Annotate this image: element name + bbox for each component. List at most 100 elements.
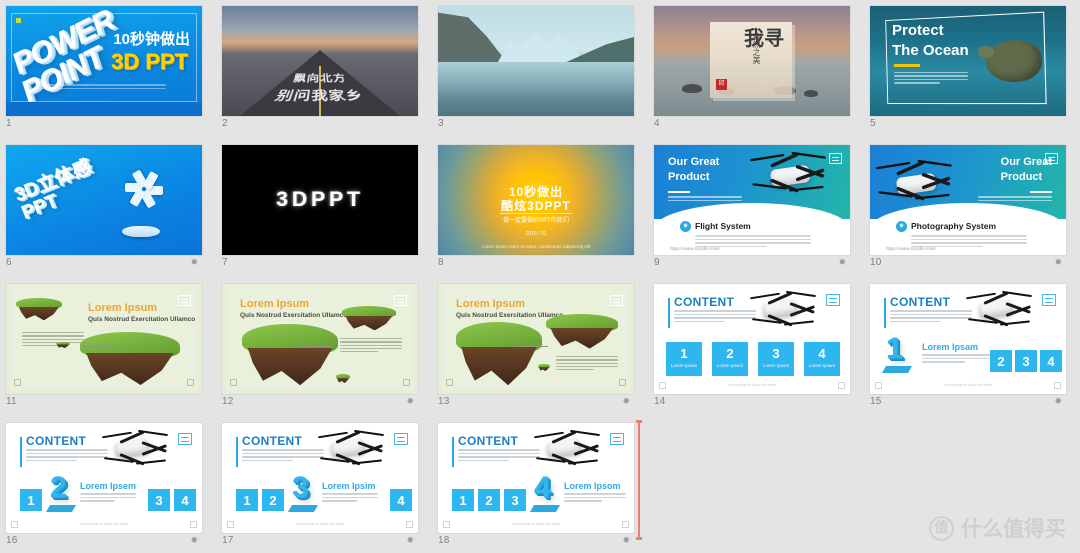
slide-content: CONTENT 1 Lorem Ipsum 2 Lorem Ipsum 3 Lorem Ip…: [438, 423, 634, 533]
slide-thumbnail-2[interactable]: 飘向北方 别问我家乡: [222, 6, 418, 116]
slide-thumbnail-3[interactable]: [438, 6, 634, 116]
content-box-4[interactable]: 4 Lorem Ipsum: [174, 489, 196, 520]
page-marker-right: [838, 382, 845, 389]
content-title: CONTENT: [890, 295, 951, 309]
content-box-label: Lorem Ipsum: [716, 363, 744, 368]
slide-thumbnail-cell: ProtectThe Ocean5✸: [870, 6, 1066, 134]
page-marker-right: [619, 379, 626, 386]
island-small: [546, 314, 618, 349]
content-box-4[interactable]: 4 Lorem Ipsum: [390, 489, 412, 520]
menu-icon: [178, 295, 191, 306]
product-title-line1: Our Great: [668, 156, 720, 168]
content-box-label: Lorem Ipsum: [394, 510, 408, 520]
pedestal: [287, 505, 319, 512]
slide-number: 12: [222, 396, 234, 407]
slide-canvas: Lorem Ipsum Quis Nostrud Exercitation Ull…: [442, 288, 630, 390]
content-box-2[interactable]: 2 Lorem Ipsum: [262, 489, 284, 520]
slide-thumbnail-cell: 3DPPT7✸: [222, 145, 418, 273]
content-box-1[interactable]: 1 Lorem Ipsum: [236, 489, 258, 520]
slide-product: Our Great Product ✷ Flight System https://ww…: [654, 145, 850, 255]
content-intro-lines: [674, 310, 756, 324]
mountain-peak: [498, 32, 584, 62]
ocean-title-line1: Protect: [892, 22, 944, 39]
slide-thumbnail-12[interactable]: Lorem Ipsum Quis Nostrud Exercitation Ull…: [222, 284, 418, 394]
drone-illustration: [750, 290, 816, 327]
content-box-4[interactable]: 4 Lorem Ipsum: [1040, 350, 1062, 381]
slide-number: 2: [222, 118, 228, 129]
content-box-3[interactable]: 3 Lorem Ipsum: [504, 489, 526, 520]
accent-bar: [20, 437, 22, 467]
slide-island: Lorem Ipsum Quis Nostrud Exercitation Ull…: [438, 284, 634, 394]
slide-sorter-grid[interactable]: POWERPOINT10秒钟做出3D PPT1✸飘向北方别问我家乡2✸3✸我寻自…: [0, 0, 1080, 553]
pedestal: [45, 505, 77, 512]
slide-thumbnail-1[interactable]: POWER POINT 10秒钟做出 3D PPT: [6, 6, 202, 116]
rock-4: [804, 90, 818, 97]
slide-thumbnail-cell: CONTENT 1 Lorem Ipsam 2 Lorem Ipsum 3 Lorem Ip…: [870, 284, 1066, 412]
content-box-3[interactable]: 3 Lorem Ipsum: [1015, 350, 1037, 381]
slide-number: 11: [6, 396, 17, 407]
content-box-number: 2: [997, 354, 1005, 369]
content-footer: Lorem ipsum dolor sit amet: [943, 382, 993, 387]
slide-number: 18: [438, 535, 450, 546]
slide-number: 13: [438, 396, 450, 407]
radial-footer: Lorem ipsum dolor sit amet, consectetur …: [481, 244, 591, 249]
accent-bar: [884, 298, 886, 328]
slide-title-3d-blue: 3D立体感 PPT: [6, 145, 202, 255]
content-box-number: 4: [181, 493, 189, 508]
callout-pointer: [514, 346, 548, 347]
slide-photo-ocean: Protect The Ocean: [870, 6, 1066, 116]
product-title-line2: Product: [668, 170, 710, 183]
slide-animation-marker-icon: ✸: [1054, 257, 1062, 267]
slide-thumbnail-17[interactable]: CONTENT 1 Lorem Ipsum 2 Lorem Ipsum 3 Lorem Ip…: [222, 423, 418, 533]
content-box-2[interactable]: 2 Lorem Ipsum: [712, 342, 748, 376]
content-box-1[interactable]: 1 Lorem Ipsum: [666, 342, 702, 376]
drone-illustration: [102, 429, 168, 466]
bottom-band: [6, 102, 202, 116]
content-title: CONTENT: [674, 295, 735, 309]
content-box-number: 2: [485, 493, 493, 508]
slide-thumbnail-8[interactable]: 10秒做出 酷炫3DPPT 做一定要做好PPT的我们 2019 / 01 Lorem i…: [438, 145, 634, 255]
content-box-label: Lorem Ipsum: [508, 510, 522, 520]
content-box-1[interactable]: 1 Lorem Ipsum: [20, 489, 42, 520]
content-lead-lines: [80, 493, 136, 504]
slide-thumbnail-7[interactable]: 3DPPT: [222, 145, 418, 255]
content-lead-lines: [322, 493, 378, 504]
slide-thumbnail-11[interactable]: Lorem Ipsum Quis Nostrud Exercitation Ull…: [6, 284, 202, 394]
slide-thumbnail-16[interactable]: CONTENT 1 Lorem Ipsum 2 Lorem Ipsem 3 Lorem Ip…: [6, 423, 202, 533]
menu-icon: [610, 433, 624, 445]
disc-icon: [122, 226, 160, 237]
content-footer: Lorem ipsum dolor sit amet: [727, 382, 777, 387]
slide-thumbnail-10[interactable]: Our Great Product ✷ Photography System https…: [870, 145, 1066, 255]
slide-number: 15: [870, 396, 882, 407]
slide-thumbnail-cell: Our Great Product ✷ Flight System https://ww…: [654, 145, 850, 273]
content-box-number: 1: [680, 346, 688, 361]
slide-title-powerpoint: POWER POINT 10秒钟做出 3D PPT: [6, 6, 202, 116]
slide-thumbnail-5[interactable]: Protect The Ocean: [870, 6, 1066, 116]
content-box-label: Lorem Ipsum: [670, 363, 698, 368]
slide-thumbnail-4[interactable]: 我寻 自然之美印: [654, 6, 850, 116]
page-marker-left: [230, 379, 237, 386]
slide-thumbnail-13[interactable]: Lorem Ipsum Quis Nostrud Exercitation Ull…: [438, 284, 634, 394]
slide-thumbnail-9[interactable]: Our Great Product ✷ Flight System https://ww…: [654, 145, 850, 255]
content-box-4[interactable]: 4 Lorem Ipsum: [804, 342, 840, 376]
content-box-number: 4: [818, 346, 826, 361]
slide-thumbnail-18[interactable]: CONTENT 1 Lorem Ipsum 2 Lorem Ipsum 3 Lorem Ip…: [438, 423, 634, 533]
content-box-label: Lorem Ipsum: [178, 510, 192, 520]
slide-thumbnail-6[interactable]: 3D立体感 PPT: [6, 145, 202, 255]
content-box-1[interactable]: 1 Lorem Ipsum: [452, 489, 474, 520]
content-box-3[interactable]: 3 Lorem Ipsum: [148, 489, 170, 520]
content-box-3[interactable]: 3 Lorem Ipsum: [758, 342, 794, 376]
content-box-number: 2: [726, 346, 734, 361]
slide-thumbnail-14[interactable]: CONTENT 1 Lorem Ipsum 2 Lorem Ipsum 3 Lorem Ip…: [654, 284, 850, 394]
content-box-label: Lorem Ipsum: [152, 510, 166, 520]
content-box-2[interactable]: 2 Lorem Ipsum: [478, 489, 500, 520]
watermark: 值 什么值得买: [929, 513, 1066, 543]
page-marker-right: [190, 521, 197, 528]
content-box-2[interactable]: 2 Lorem Ipsum: [990, 350, 1012, 381]
slide-content: CONTENT 1 Lorem Ipsum 2 Lorem Ipsem 3 Lorem Ip…: [6, 423, 202, 533]
tag-icon: [16, 18, 21, 23]
menu-icon: [394, 433, 408, 445]
slide-number: 17: [222, 535, 234, 546]
slide-thumbnail-15[interactable]: CONTENT 1 Lorem Ipsam 2 Lorem Ipsum 3 Lorem Ip…: [870, 284, 1066, 394]
island-heading: Lorem Ipsum: [88, 302, 158, 314]
